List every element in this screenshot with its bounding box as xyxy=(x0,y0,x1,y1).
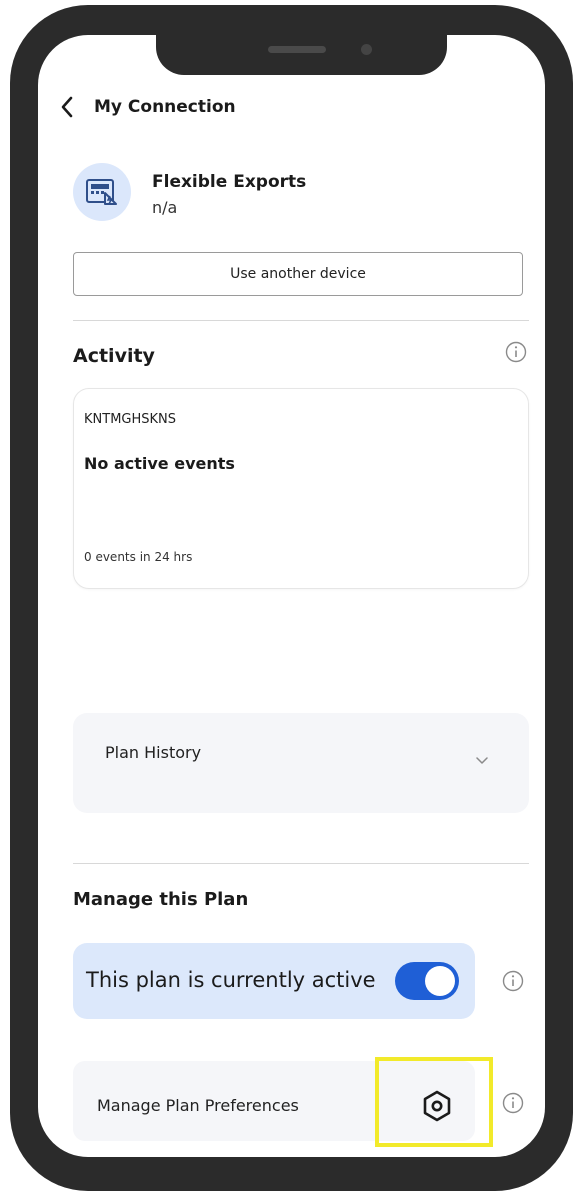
activity-heading: Activity xyxy=(73,345,155,367)
chevron-down-icon[interactable] xyxy=(475,755,489,765)
device-name: Flexible Exports xyxy=(152,172,307,192)
section-divider xyxy=(73,320,529,321)
plan-history-accordion[interactable] xyxy=(73,713,529,813)
manage-plan-heading: Manage this Plan xyxy=(73,889,249,910)
settings-icon[interactable] xyxy=(422,1090,452,1122)
header-bar: My Connection xyxy=(60,96,236,118)
info-icon[interactable] xyxy=(502,1092,524,1114)
front-camera xyxy=(361,44,372,55)
manage-preferences-label: Manage Plan Preferences xyxy=(97,1096,299,1115)
device-code: KNTMGHSKNS xyxy=(84,412,177,427)
use-another-device-button[interactable]: Use another device xyxy=(73,252,523,296)
info-icon[interactable] xyxy=(505,341,527,363)
activity-status: No active events xyxy=(84,454,235,473)
toggle-knob xyxy=(425,966,455,996)
plan-active-toggle[interactable] xyxy=(395,962,459,1000)
plan-history-label: Plan History xyxy=(105,743,202,762)
section-divider xyxy=(73,863,529,864)
events-count: 0 events in 24 hrs xyxy=(84,550,193,564)
device-avatar xyxy=(73,163,131,221)
page-title: My Connection xyxy=(94,97,236,117)
info-icon[interactable] xyxy=(502,970,524,992)
back-arrow-icon[interactable] xyxy=(60,96,74,118)
phone-notch xyxy=(156,35,447,75)
phone-mockup: My Connection Flexible Exports n/a Use a… xyxy=(0,0,583,1196)
speaker-grille xyxy=(268,46,326,53)
device-subtitle: n/a xyxy=(152,198,178,217)
plan-active-label: This plan is currently active xyxy=(86,968,376,992)
meter-icon xyxy=(86,179,117,205)
